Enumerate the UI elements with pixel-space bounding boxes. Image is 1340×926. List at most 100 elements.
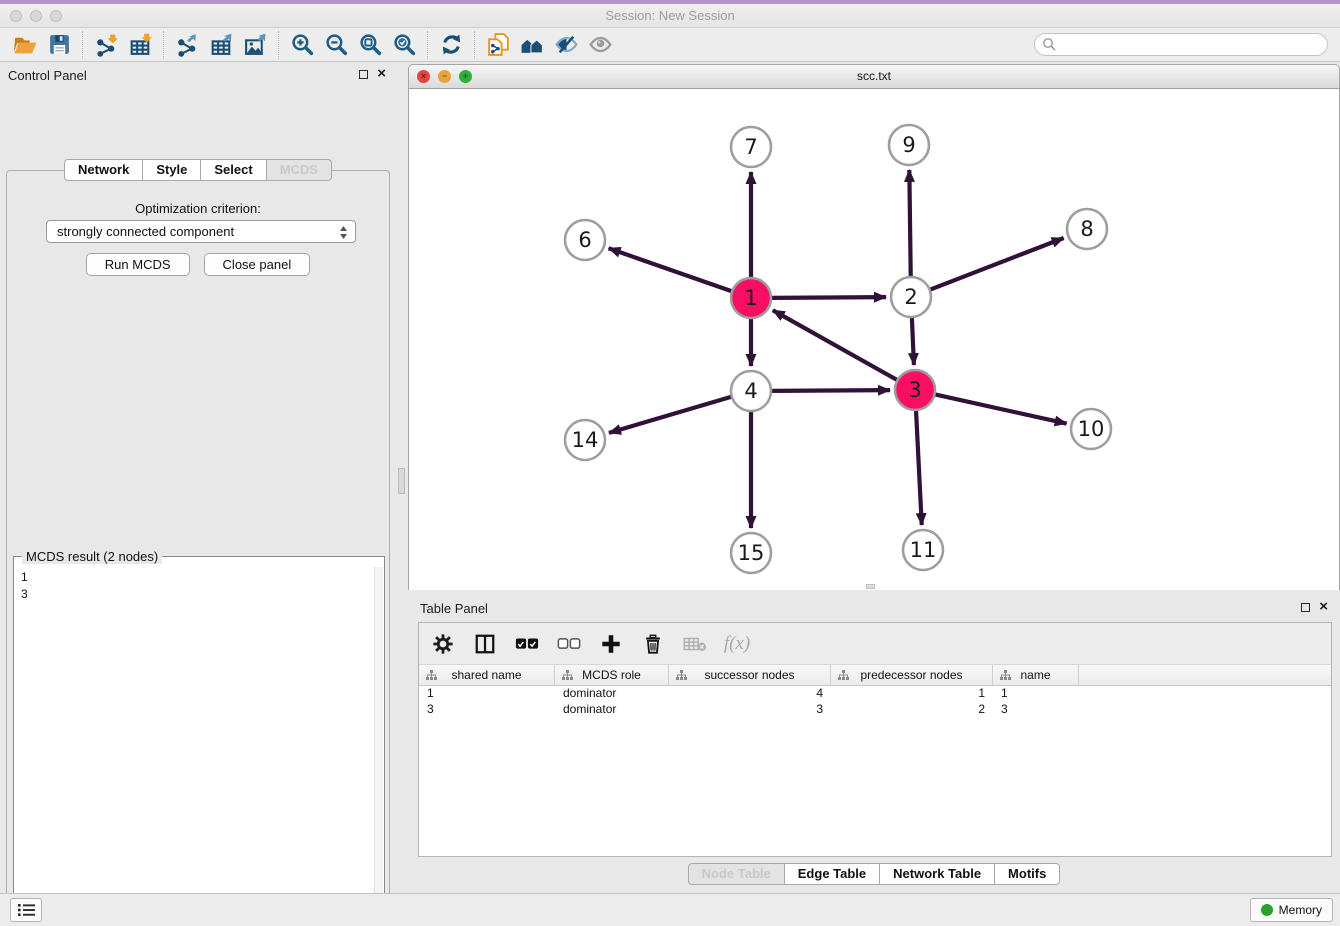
float-panel-icon[interactable]	[359, 70, 368, 79]
tab-edge-table[interactable]: Edge Table	[784, 863, 880, 885]
edge-3-11[interactable]	[916, 410, 922, 525]
show-nodes-button[interactable]	[583, 30, 617, 60]
export-table-icon	[209, 32, 234, 57]
edge-2-8[interactable]	[930, 238, 1064, 290]
eye-slash-icon	[554, 32, 579, 57]
column-header-name[interactable]: name	[993, 665, 1079, 685]
column-header-successor-nodes[interactable]: successor nodes	[669, 665, 831, 685]
mcds-result-scrollbar[interactable]	[374, 567, 383, 926]
tab-select[interactable]: Select	[200, 159, 266, 181]
table-row-1[interactable]: 3dominator323	[419, 702, 1331, 718]
export-table-button[interactable]	[204, 30, 238, 60]
import-network-icon	[94, 32, 119, 57]
import-table-icon	[128, 32, 153, 57]
cell-0-2[interactable]: 4	[669, 686, 831, 702]
cell-0-3[interactable]: 1	[831, 686, 993, 702]
save-session-button[interactable]	[42, 30, 76, 60]
main-toolbar	[0, 28, 1340, 62]
zoom-out-button[interactable]	[319, 30, 353, 60]
tab-motifs[interactable]: Motifs	[994, 863, 1060, 885]
tab-mcds[interactable]: MCDS	[266, 159, 332, 181]
node-10[interactable]: 10	[1071, 409, 1111, 449]
float-table-panel-icon[interactable]	[1301, 603, 1310, 612]
node-3[interactable]: 3	[895, 370, 935, 410]
select-all-rows-button[interactable]	[513, 629, 541, 659]
cell-1-3[interactable]: 2	[831, 702, 993, 718]
run-mcds-button[interactable]: Run MCDS	[86, 253, 190, 276]
import-network-button[interactable]	[89, 30, 123, 60]
cell-0-0[interactable]: 1	[419, 686, 555, 702]
node-15[interactable]: 15	[731, 533, 771, 573]
export-image-button[interactable]	[238, 30, 272, 60]
cell-1-0[interactable]: 3	[419, 702, 555, 718]
network-graph[interactable]: 7 9 6 8 1 2 4 3 14 10 15 11	[409, 89, 1339, 590]
memory-button[interactable]: Memory	[1250, 898, 1333, 922]
column-header-predecessor-nodes[interactable]: predecessor nodes	[831, 665, 993, 685]
task-history-button[interactable]	[10, 898, 42, 922]
vertical-splitter[interactable]	[396, 62, 408, 893]
cell-1-2[interactable]: 3	[669, 702, 831, 718]
delete-table-button[interactable]	[681, 629, 709, 659]
tab-node-table[interactable]: Node Table	[688, 863, 785, 885]
hide-nodes-button[interactable]	[549, 30, 583, 60]
node-11[interactable]: 11	[903, 530, 943, 570]
node-4[interactable]: 4	[731, 371, 771, 411]
close-panel-icon[interactable]: ×	[377, 69, 386, 79]
node-2[interactable]: 2	[891, 277, 931, 317]
add-column-button[interactable]	[597, 629, 625, 659]
tab-network-table[interactable]: Network Table	[879, 863, 995, 885]
edge-1-2[interactable]	[771, 297, 886, 298]
home-view-button[interactable]	[515, 30, 549, 60]
refresh-view-button[interactable]	[434, 30, 468, 60]
network-view-window: × − + scc.txt 7 9 6 8 1 2 4 3 14 10 15 11	[408, 64, 1340, 590]
cell-1-4[interactable]: 3	[993, 702, 1079, 718]
column-header-shared-name[interactable]: shared name	[419, 665, 555, 685]
node-label-15: 15	[738, 541, 765, 565]
cell-0-1[interactable]: dominator	[555, 686, 669, 702]
node-6[interactable]: 6	[565, 220, 605, 260]
duplicate-network-button[interactable]	[481, 30, 515, 60]
tab-style[interactable]: Style	[142, 159, 201, 181]
export-network-button[interactable]	[170, 30, 204, 60]
edge-4-3[interactable]	[771, 390, 890, 391]
splitter-handle[interactable]	[398, 468, 405, 494]
search-input[interactable]	[1034, 33, 1328, 56]
edge-3-1[interactable]	[773, 310, 898, 380]
edge-2-3[interactable]	[912, 317, 914, 365]
node-8[interactable]: 8	[1067, 209, 1107, 249]
column-header-MCDS-role[interactable]: MCDS role	[555, 665, 669, 685]
delete-column-button[interactable]	[639, 629, 667, 659]
tab-network[interactable]: Network	[64, 159, 143, 181]
function-builder-button[interactable]: f(x)	[723, 629, 751, 659]
edge-1-6[interactable]	[609, 248, 733, 291]
close-table-panel-icon[interactable]: ×	[1319, 602, 1328, 612]
cell-0-4[interactable]: 1	[993, 686, 1079, 702]
node-14[interactable]: 14	[565, 420, 605, 460]
network-canvas[interactable]: 7 9 6 8 1 2 4 3 14 10 15 11	[409, 89, 1339, 590]
zoom-fit-button[interactable]	[353, 30, 387, 60]
node-9[interactable]: 9	[889, 125, 929, 165]
export-network-icon	[175, 32, 200, 57]
edge-3-10[interactable]	[935, 394, 1067, 423]
table-settings-button[interactable]	[429, 629, 457, 659]
edge-2-9[interactable]	[909, 170, 910, 277]
mcds-result-legend: MCDS result (2 nodes)	[22, 549, 162, 564]
edge-4-14[interactable]	[609, 397, 732, 433]
node-7[interactable]: 7	[731, 127, 771, 167]
node-1[interactable]: 1	[731, 278, 771, 318]
table-panel-tabs: Node TableEdge TableNetwork TableMotifs	[408, 863, 1340, 885]
import-table-button[interactable]	[123, 30, 157, 60]
network-window-titlebar[interactable]: × − + scc.txt	[409, 65, 1339, 89]
table-row-0[interactable]: 1dominator411	[419, 686, 1331, 702]
deselect-all-rows-button[interactable]	[555, 629, 583, 659]
split-panel-button[interactable]	[471, 629, 499, 659]
column-header-label: MCDS role	[582, 668, 641, 682]
deselect-all-icon	[557, 637, 581, 651]
criterion-dropdown[interactable]: strongly connected component	[46, 220, 356, 243]
open-session-button[interactable]	[8, 30, 42, 60]
close-panel-button[interactable]: Close panel	[204, 253, 311, 276]
cell-1-1[interactable]: dominator	[555, 702, 669, 718]
zoom-in-button[interactable]	[285, 30, 319, 60]
canvas-resize-grip[interactable]	[866, 584, 875, 589]
zoom-selected-button[interactable]	[387, 30, 421, 60]
